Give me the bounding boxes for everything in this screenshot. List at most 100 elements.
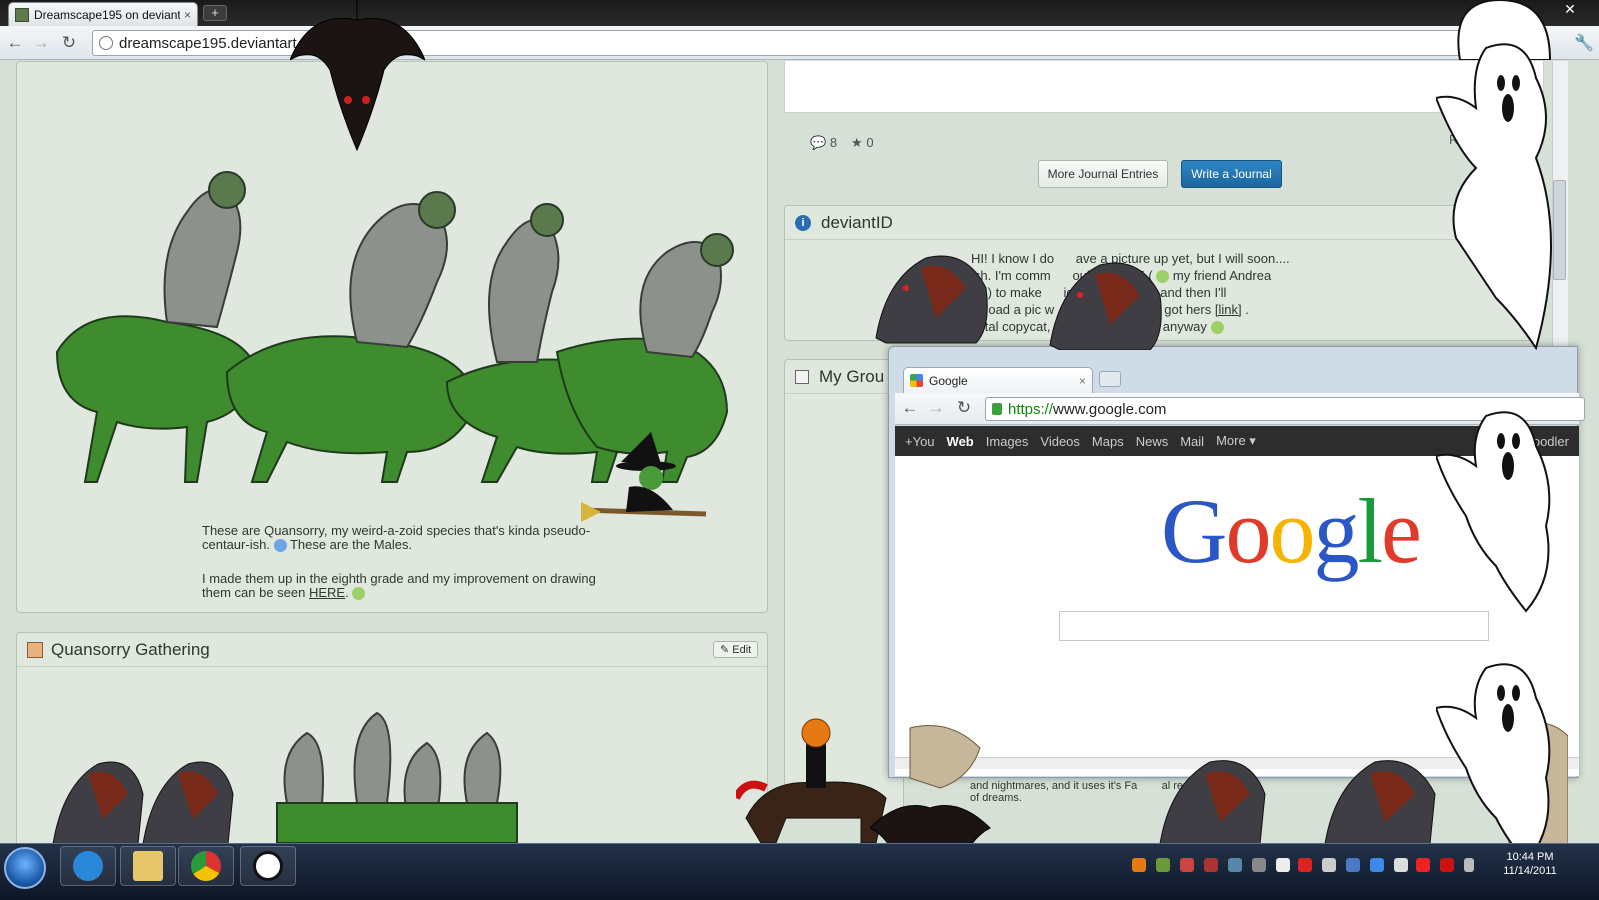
ghost-icon <box>1436 411 1551 613</box>
info-icon: i <box>795 214 811 231</box>
deviantart-favicon-icon <box>15 7 29 22</box>
ghost-icon <box>1436 43 1552 350</box>
pumpkin-tray-icon[interactable] <box>1132 858 1146 872</box>
star-icon: ★ <box>851 135 863 150</box>
tray-icon[interactable] <box>1346 858 1360 872</box>
wrench-menu-icon[interactable]: 🔧 <box>1574 33 1594 53</box>
chrome-icon <box>191 851 221 881</box>
tab-google[interactable]: Google × <box>903 367 1093 393</box>
here-link[interactable]: HERE <box>309 585 345 600</box>
grin-icon <box>352 587 366 601</box>
gbar-videos[interactable]: Videos <box>1040 434 1080 449</box>
google-tab-title: Google <box>929 373 968 388</box>
tray-icon[interactable] <box>1394 858 1408 872</box>
logo-letter: G <box>1161 480 1227 582</box>
google-new-tab-button[interactable] <box>1099 371 1121 387</box>
clock-time: 10:44 PM <box>1506 851 1554 863</box>
start-button[interactable] <box>4 847 46 889</box>
bio-2c: my friend Andrea <box>1172 268 1272 283</box>
desc-text-b: These are the Males. <box>289 537 413 552</box>
network-tray-icon[interactable] <box>1464 858 1474 872</box>
taskbar-ie-button[interactable] <box>60 846 116 886</box>
logo-letter: g <box>1313 480 1359 582</box>
url-scheme: https:// <box>1008 400 1054 418</box>
logo-letter: o <box>1225 480 1271 582</box>
google-logo: Google <box>1161 485 1422 577</box>
forward-icon[interactable]: → <box>30 32 52 54</box>
werewolf-icon <box>1159 760 1266 844</box>
google-search-input[interactable] <box>1059 611 1489 641</box>
gallery-icon <box>27 641 43 658</box>
deviantid-header: i deviantID <box>785 206 1535 240</box>
groups-icon <box>795 369 809 384</box>
gbar-news[interactable]: News <box>1136 434 1169 449</box>
werewolf-icon <box>1049 262 1162 350</box>
tab-deviantart[interactable]: Dreamscape195 on deviantA × <box>8 2 198 26</box>
journal-stats: 💬 8 ★ 0 <box>810 135 874 151</box>
smiley-icon <box>273 539 287 553</box>
taskbar-panda-button[interactable] <box>240 846 296 886</box>
tab-close-icon[interactable]: × <box>184 8 191 22</box>
tray-icon[interactable] <box>1370 858 1384 872</box>
gbar-maps[interactable]: Maps <box>1092 434 1124 449</box>
tray-icon[interactable] <box>1252 858 1266 872</box>
tray-icon[interactable] <box>1204 858 1218 872</box>
tab-strip: Dreamscape195 on deviantA × + ✕ <box>0 0 1599 26</box>
globe-icon <box>99 36 113 50</box>
google-forward-icon[interactable]: → <box>925 397 947 419</box>
gbar-web[interactable]: Web <box>947 434 974 449</box>
description-paragraph-2: I made them up in the eighth grade and m… <box>202 571 596 601</box>
back-icon[interactable]: ← <box>4 32 26 54</box>
internet-explorer-icon <box>73 851 103 881</box>
tray-icon[interactable] <box>1228 858 1242 872</box>
reload-icon[interactable]: ↻ <box>58 32 80 54</box>
write-journal-button[interactable]: Write a Journal <box>1181 160 1282 188</box>
more-journal-entries-button[interactable]: More Journal Entries <box>1038 160 1168 188</box>
tray-icon[interactable] <box>1440 858 1454 872</box>
groups-title: My Grou <box>819 366 885 386</box>
werewolf-icon <box>875 255 988 344</box>
system-clock[interactable]: 10:44 PM 11/14/2011 <box>1490 850 1570 878</box>
comments-count: 💬 8 <box>810 135 837 151</box>
address-url: dreamscape195.deviantart.c <box>119 34 309 52</box>
logo-letter: e <box>1381 480 1422 582</box>
tray-icon[interactable] <box>1416 858 1430 872</box>
tray-icon[interactable] <box>1276 858 1290 872</box>
edit-button[interactable]: ✎ Edit <box>713 641 759 658</box>
gbar-images[interactable]: Images <box>986 434 1029 449</box>
werewolf-icon <box>1324 760 1436 844</box>
taskbar-chrome-button[interactable] <box>178 846 234 886</box>
journal-preview-box <box>784 61 1544 113</box>
volume-tray-icon[interactable] <box>1322 858 1336 872</box>
deviantid-title: deviantID <box>821 212 893 232</box>
edit-label: Edit <box>732 644 752 656</box>
tray-icon[interactable] <box>1156 858 1170 872</box>
quansorry-gathering-artwork <box>276 711 518 843</box>
favs-count: ★ 0 <box>851 135 874 151</box>
google-reload-icon[interactable]: ↻ <box>953 397 975 419</box>
ghost-icon <box>1436 663 1551 865</box>
tray-icon[interactable] <box>1180 858 1194 872</box>
google-tab-close-icon[interactable]: × <box>1079 374 1086 388</box>
description-paragraph-1: These are Quansorry, my weird-a-zoid spe… <box>202 524 602 553</box>
google-back-icon[interactable]: ← <box>899 397 921 419</box>
logo-letter: o <box>1269 480 1315 582</box>
bio-link[interactable]: [link] <box>1215 302 1242 317</box>
witch-on-broom-icon <box>581 432 707 522</box>
panda-icon <box>253 851 283 881</box>
gbar-you[interactable]: +You <box>905 434 935 449</box>
taskbar: 10:44 PM 11/14/2011 <box>0 843 1599 900</box>
browser-toolbar: ← → ↻ dreamscape195.deviantart.c <box>0 26 1599 60</box>
werewolf-pair-icon <box>52 761 234 844</box>
comments-value: 8 <box>829 135 838 150</box>
new-tab-button[interactable]: + <box>203 5 227 21</box>
desc-text-2: I made them up in the eighth grade and m… <box>202 571 596 600</box>
gbar-mail[interactable]: Mail <box>1180 434 1204 449</box>
comment-icon: 💬 <box>810 135 827 150</box>
taskbar-explorer-button[interactable] <box>120 846 176 886</box>
clock-date: 11/14/2011 <box>1503 865 1557 877</box>
file-explorer-icon <box>133 851 163 881</box>
gbar-more[interactable]: More ▾ <box>1216 433 1256 449</box>
ati-tray-icon[interactable] <box>1298 858 1312 872</box>
groups-header: My Grou <box>785 360 903 394</box>
